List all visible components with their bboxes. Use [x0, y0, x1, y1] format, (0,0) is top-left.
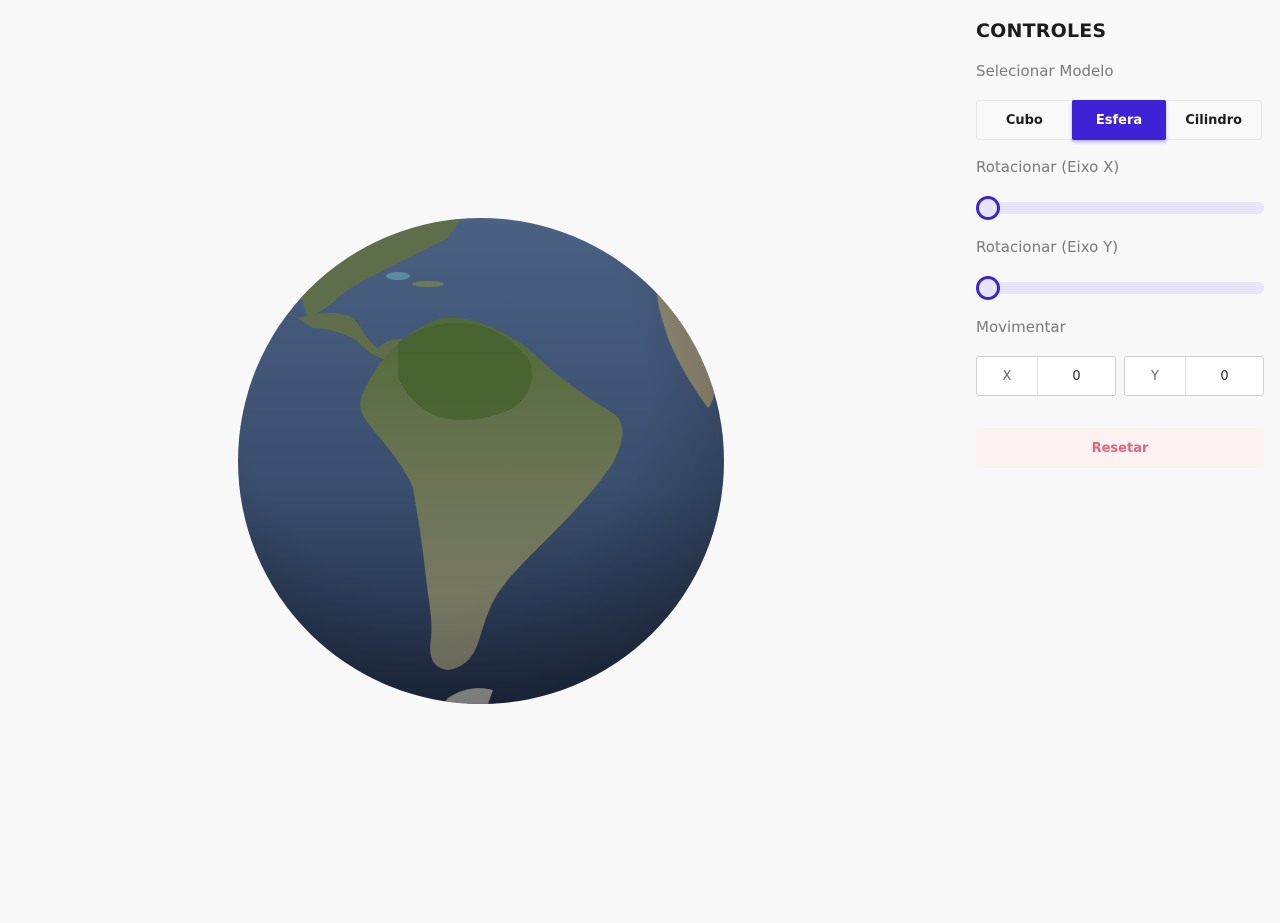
- model-cubo-button[interactable]: Cubo: [977, 101, 1072, 139]
- model-cilindro-button[interactable]: Cilindro: [1166, 101, 1261, 139]
- rotate-y-slider[interactable]: [976, 276, 1264, 300]
- model-esfera-button[interactable]: Esfera: [1071, 100, 1167, 140]
- rotate-y-label: Rotacionar (Eixo Y): [976, 238, 1119, 256]
- model-selector: Cubo Esfera Cilindro: [976, 100, 1262, 140]
- move-y-input[interactable]: Y 0: [1124, 356, 1264, 396]
- rotate-x-slider-thumb[interactable]: [976, 196, 1000, 220]
- move-label: Movimentar: [976, 318, 1066, 336]
- 3d-viewport[interactable]: [0, 0, 960, 923]
- move-y-prefix: Y: [1125, 357, 1186, 395]
- select-model-label: Selecionar Modelo: [976, 62, 1114, 80]
- move-x-value[interactable]: 0: [1038, 369, 1115, 384]
- panel-title: CONTROLES: [976, 20, 1107, 42]
- earth-sphere-model[interactable]: [238, 218, 724, 704]
- rotate-x-label: Rotacionar (Eixo X): [976, 158, 1120, 176]
- reset-button[interactable]: Resetar: [976, 428, 1264, 468]
- move-y-value[interactable]: 0: [1186, 369, 1263, 384]
- rotate-x-slider[interactable]: [976, 196, 1264, 220]
- move-x-prefix: X: [977, 357, 1038, 395]
- rotate-y-slider-thumb[interactable]: [976, 276, 1000, 300]
- move-x-input[interactable]: X 0: [976, 356, 1116, 396]
